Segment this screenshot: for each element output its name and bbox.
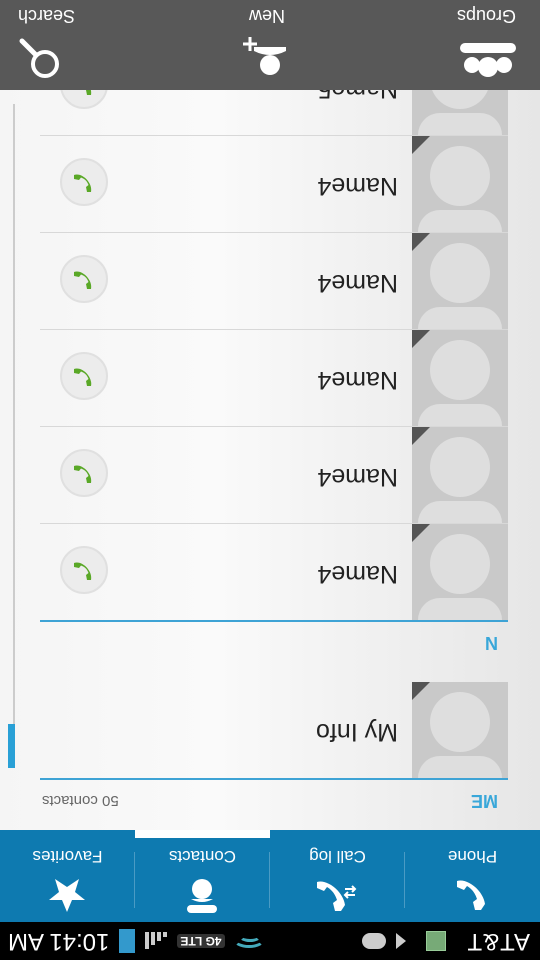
status-bar: AT&T 4G LTE 10:41 AM — [0, 922, 540, 960]
contact-name: Name4 — [317, 366, 398, 394]
contacts-screen: AT&T 4G LTE 10:41 AM Phone Call log Cont… — [0, 0, 540, 960]
tab-call-log[interactable]: Call log — [270, 830, 405, 922]
signal-icon — [145, 932, 168, 950]
call-button[interactable] — [60, 546, 108, 594]
system-icons: 4G LTE 10:41 AM — [8, 927, 265, 955]
contact-name: Name4 — [317, 463, 398, 491]
contact-photo[interactable] — [412, 524, 508, 620]
contact-photo[interactable] — [412, 136, 508, 232]
phone-icon — [457, 872, 488, 918]
call-icon — [74, 562, 92, 580]
contact-row[interactable]: Name4 — [40, 329, 508, 426]
call-button[interactable] — [60, 449, 108, 497]
section-title: N — [485, 633, 498, 653]
contact-icon — [187, 872, 218, 918]
wifi-icon — [232, 931, 265, 951]
contact-row[interactable]: Name4 — [40, 232, 508, 329]
contact-row[interactable]: Name4 — [40, 426, 508, 523]
call-button[interactable] — [60, 255, 108, 303]
my-info-row[interactable]: My Info — [40, 682, 508, 778]
star-icon — [49, 872, 87, 918]
section-title: ME — [471, 791, 498, 811]
chat-notification-icon — [362, 933, 387, 949]
call-button[interactable] — [60, 352, 108, 400]
tab-bar: Phone Call log Contacts Favorites — [0, 830, 540, 922]
call-icon — [74, 368, 92, 386]
contact-photo[interactable] — [412, 233, 508, 329]
call-icon — [74, 174, 92, 192]
contact-photo[interactable] — [412, 682, 508, 778]
contact-name: Name4 — [317, 172, 398, 200]
call-button[interactable] — [60, 158, 108, 206]
tab-phone[interactable]: Phone — [405, 830, 540, 922]
tab-favorites[interactable]: Favorites — [0, 830, 135, 922]
notification-icons — [362, 931, 447, 951]
contact-row[interactable]: Name4 — [40, 135, 508, 232]
add-contact-icon — [242, 34, 292, 84]
new-contact-button[interactable]: New — [184, 0, 350, 90]
contact-photo[interactable] — [412, 427, 508, 523]
groups-button[interactable]: Groups — [350, 0, 540, 90]
clock: 10:41 AM — [8, 928, 110, 955]
network-type-badge: 4G LTE — [177, 934, 225, 948]
search-icon — [18, 34, 62, 84]
app-notification-icon — [426, 931, 447, 951]
groups-icon — [460, 34, 516, 84]
contact-name: Name4 — [317, 560, 398, 588]
contact-list[interactable]: ME 50 contacts My Info N Name4 Name4 Nam… — [0, 39, 540, 830]
call-icon — [74, 465, 92, 483]
play-notification-icon — [396, 933, 417, 949]
call-log-icon — [317, 872, 358, 918]
carrier-name: AT&T — [466, 928, 530, 955]
scrollbar-thumb[interactable] — [8, 724, 15, 768]
section-header-me: ME 50 contacts — [40, 778, 508, 830]
scrollbar-track[interactable] — [13, 104, 15, 724]
battery-icon — [119, 929, 136, 953]
section-header-n: N — [40, 620, 508, 682]
contact-name: Name4 — [317, 269, 398, 297]
contact-photo[interactable] — [412, 330, 508, 426]
call-icon — [74, 271, 92, 289]
action-bar: Groups New Search — [0, 0, 540, 90]
search-button[interactable]: Search — [0, 0, 184, 90]
contact-count: 50 contacts — [42, 792, 119, 809]
contact-row[interactable]: Name4 — [40, 523, 508, 620]
contact-name: My Info — [316, 718, 398, 746]
tab-contacts[interactable]: Contacts — [135, 830, 270, 922]
